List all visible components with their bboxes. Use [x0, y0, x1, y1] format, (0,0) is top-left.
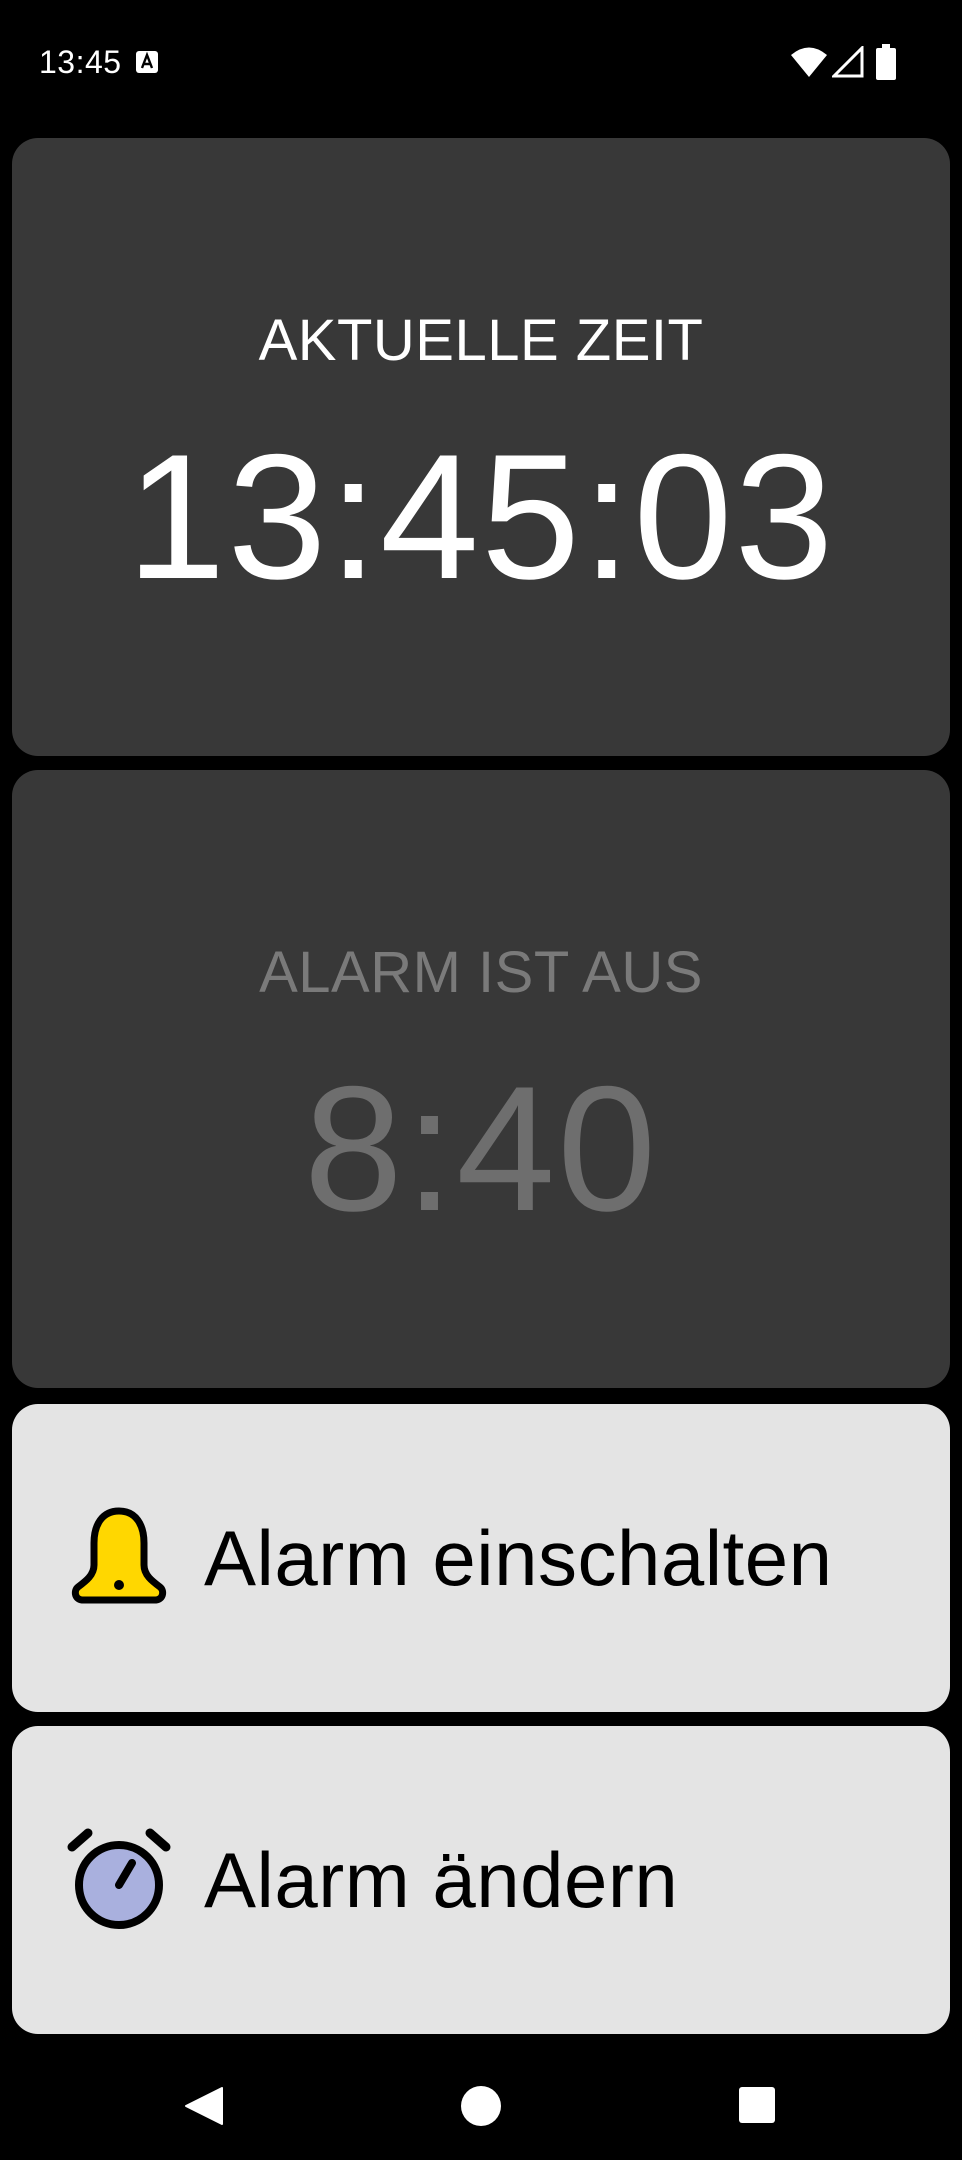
alarm-clock-icon: [67, 1828, 171, 1929]
back-icon[interactable]: [182, 2084, 226, 2128]
current-time-card: AKTUELLE ZEIT 13:45:03: [12, 138, 950, 756]
wifi-icon: [791, 47, 827, 77]
signal-icon: [832, 46, 864, 78]
current-time-label: AKTUELLE ZEIT: [258, 307, 704, 373]
alarm-status-card: ALARM IST AUS 8:40: [12, 770, 950, 1388]
change-alarm-label: Alarm ändern: [204, 1835, 679, 1924]
status-bar: 13:45: [0, 0, 962, 128]
home-icon[interactable]: [459, 2084, 503, 2128]
keyboard-a-icon: [136, 51, 158, 73]
bell-icon: [71, 1507, 167, 1604]
enable-alarm-label: Alarm einschalten: [204, 1513, 833, 1602]
recents-icon[interactable]: [738, 2086, 776, 2124]
navigation-bar: [0, 2040, 962, 2160]
alarm-time-value: 8:40: [303, 1048, 659, 1248]
enable-alarm-button[interactable]: Alarm einschalten: [12, 1404, 950, 1712]
current-time-value: 13:45:03: [126, 416, 836, 616]
alarm-status-label: ALARM IST AUS: [259, 939, 703, 1005]
status-time: 13:45: [39, 44, 122, 80]
battery-icon: [876, 44, 896, 80]
change-alarm-button[interactable]: Alarm ändern: [12, 1726, 950, 2034]
